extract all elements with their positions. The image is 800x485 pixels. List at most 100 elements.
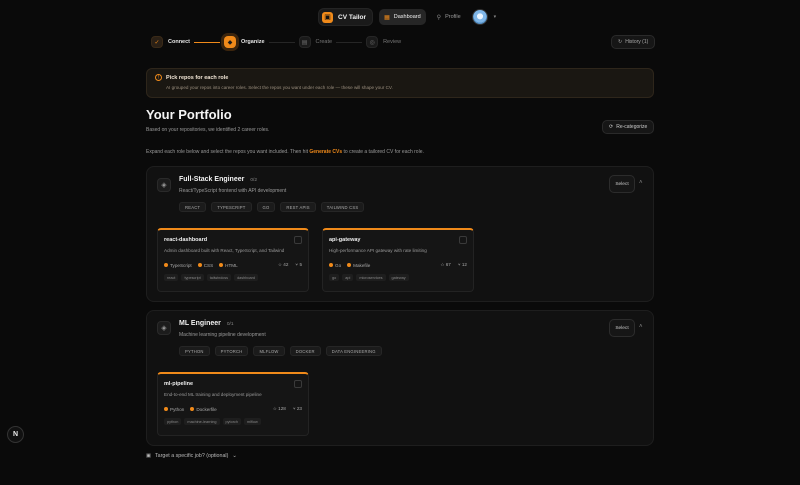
target-job-toggle[interactable]: ▣ Target a specific job? (optional) ⌄ <box>146 453 237 459</box>
page-subtitle: Based on your repositories, we identifie… <box>146 127 270 133</box>
repo-card-react-dashboard[interactable]: react-dashboard Admin dashboard built wi… <box>157 228 309 292</box>
language: Go <box>329 263 341 268</box>
chevron-up-icon[interactable]: ˄ <box>639 180 643 186</box>
repo-topics: go api microservices gateway <box>329 274 467 281</box>
skill-tag: DOCKER <box>289 346 321 356</box>
star-count: ☆ 67 <box>440 262 451 267</box>
page-title: Your Portfolio <box>146 107 232 122</box>
generate-cvs-highlight: Generate CVs <box>309 149 343 155</box>
briefcase-icon: ▣ <box>146 453 152 459</box>
language: Python <box>164 407 184 412</box>
step-label: Review <box>383 39 402 45</box>
step-create[interactable]: ▤ Create <box>298 36 333 48</box>
language: HTML <box>219 263 238 268</box>
star-count: ☆ 128 <box>272 406 286 411</box>
topic-tag: api <box>342 274 354 281</box>
check-icon: ✓ <box>151 36 163 48</box>
notice-title: Pick repos for each role <box>166 75 229 81</box>
role-card-full-stack: ◈ Full-Stack Engineer 0/2 React/TypeScrip… <box>146 166 654 302</box>
nextjs-badge-icon[interactable]: N <box>7 426 24 443</box>
step-review[interactable]: ◎ Review <box>366 36 401 48</box>
language: CSS <box>197 263 213 268</box>
select-button[interactable]: Select <box>609 319 635 337</box>
role-description: React/TypeScript frontend with API devel… <box>179 188 287 194</box>
language-name: Python <box>170 406 185 412</box>
language: Dockerfile <box>190 406 217 412</box>
brand[interactable]: ▣ CV Tailor <box>318 8 374 26</box>
brand-name: CV Tailor <box>338 13 367 21</box>
history-button[interactable]: ↻ History (1) <box>611 35 656 49</box>
topic-tag: dashboard <box>234 274 259 281</box>
skill-tag: GO <box>256 202 276 212</box>
step-connector <box>268 41 295 43</box>
role-title: ML Engineer 0/1 <box>179 320 234 327</box>
layers-icon: ◈ <box>157 178 171 192</box>
history-label: History (1) <box>625 39 649 45</box>
topic-tag: python <box>164 418 182 425</box>
step-connect[interactable]: ✓ Connect <box>151 36 190 48</box>
dashboard-icon: ▦ <box>384 14 390 21</box>
step-label: Create <box>315 39 333 45</box>
document-icon: ▤ <box>298 36 311 48</box>
chevron-up-icon[interactable]: ˄ <box>639 324 643 330</box>
role-title-text: ML Engineer <box>179 320 221 327</box>
organize-icon: ◆ <box>224 36 236 48</box>
role-title-text: Full-Stack Engineer <box>179 176 245 183</box>
step-connector <box>336 41 363 43</box>
instructions: Expand each role below and select the re… <box>146 149 424 155</box>
repo-meta: Go Makefile ☆ 67 ⑂ 12 <box>329 262 467 268</box>
skill-tag: REST APIS <box>280 202 316 212</box>
topic-tag: microservices <box>356 274 386 281</box>
repo-name: api-gateway <box>329 237 361 243</box>
repo-stats: ☆ 128 ⑂ 23 <box>273 406 302 412</box>
avatar[interactable] <box>471 9 488 25</box>
fork-count: ⑂ 12 <box>457 262 467 267</box>
language-name: Dockerfile <box>196 406 217 412</box>
repo-stats: ☆ 67 ⑂ 12 <box>440 262 467 268</box>
role-count: 0/2 <box>250 178 258 183</box>
language-dot <box>329 263 333 267</box>
chevron-down-icon: ⌄ <box>232 453 237 459</box>
chevron-down-icon[interactable]: ▾ <box>494 14 497 20</box>
select-button[interactable]: Select <box>609 175 635 193</box>
user-icon: ⚲ <box>436 14 442 21</box>
repo-checkbox[interactable] <box>294 380 302 388</box>
language-name: TypeScript <box>170 262 192 268</box>
repo-topics: react typescript tailwindcss dashboard <box>164 274 302 281</box>
repo-meta: TypeScript CSS HTML ☆ 42 ⑂ 5 <box>164 262 302 268</box>
repo-card-api-gateway[interactable]: api-gateway High-performance API gateway… <box>322 228 474 292</box>
role-description: Machine learning pipeline development <box>179 332 266 338</box>
nav-profile[interactable]: ⚲ Profile <box>432 9 466 25</box>
repo-card-ml-pipeline[interactable]: ml-pipeline End-to-end ML training and d… <box>157 372 309 436</box>
topic-tag: typescript <box>181 274 204 281</box>
recategorize-button[interactable]: ⟳ Re-categorize <box>602 120 655 134</box>
refresh-icon: ⟳ <box>609 124 614 130</box>
repo-checkbox[interactable] <box>294 236 302 244</box>
topic-tag: react <box>164 274 179 281</box>
topic-tag: machine-learning <box>184 418 220 425</box>
skill-tag: TAILWIND CSS <box>320 202 365 212</box>
repo-checkbox[interactable] <box>459 236 467 244</box>
skill-tag: REACT <box>179 202 207 212</box>
role-card-ml-engineer: ◈ ML Engineer 0/1 Machine learning pipeli… <box>146 310 654 446</box>
repo-description: High-performance API gateway with rate l… <box>329 248 427 253</box>
top-nav: ▣ CV Tailor ▦ Dashboard ⚲ Profile ▾ <box>318 8 496 26</box>
nav-dashboard[interactable]: ▦ Dashboard <box>379 9 426 25</box>
repo-description: Admin dashboard built with React, TypeSc… <box>164 248 285 253</box>
topic-tag: mlflow <box>244 418 261 425</box>
role-title: Full-Stack Engineer 0/2 <box>179 176 257 183</box>
eye-icon: ◎ <box>366 36 379 48</box>
skill-tag: PYTORCH <box>214 346 249 356</box>
language-name: Go <box>335 262 342 268</box>
step-connector <box>194 41 220 43</box>
recategorize-label: Re-categorize <box>616 124 648 130</box>
nav-profile-label: Profile <box>445 14 461 20</box>
info-icon: ! <box>155 74 162 81</box>
step-organize[interactable]: ◆ Organize <box>224 36 265 48</box>
repo-meta: Python Dockerfile ☆ 128 ⑂ 23 <box>164 406 302 412</box>
skill-tag: TYPESCRIPT <box>211 202 252 212</box>
step-label: Connect <box>168 39 190 45</box>
repo-name: react-dashboard <box>164 237 208 243</box>
layers-icon: ◈ <box>157 321 171 335</box>
language-name: HTML <box>225 262 238 268</box>
